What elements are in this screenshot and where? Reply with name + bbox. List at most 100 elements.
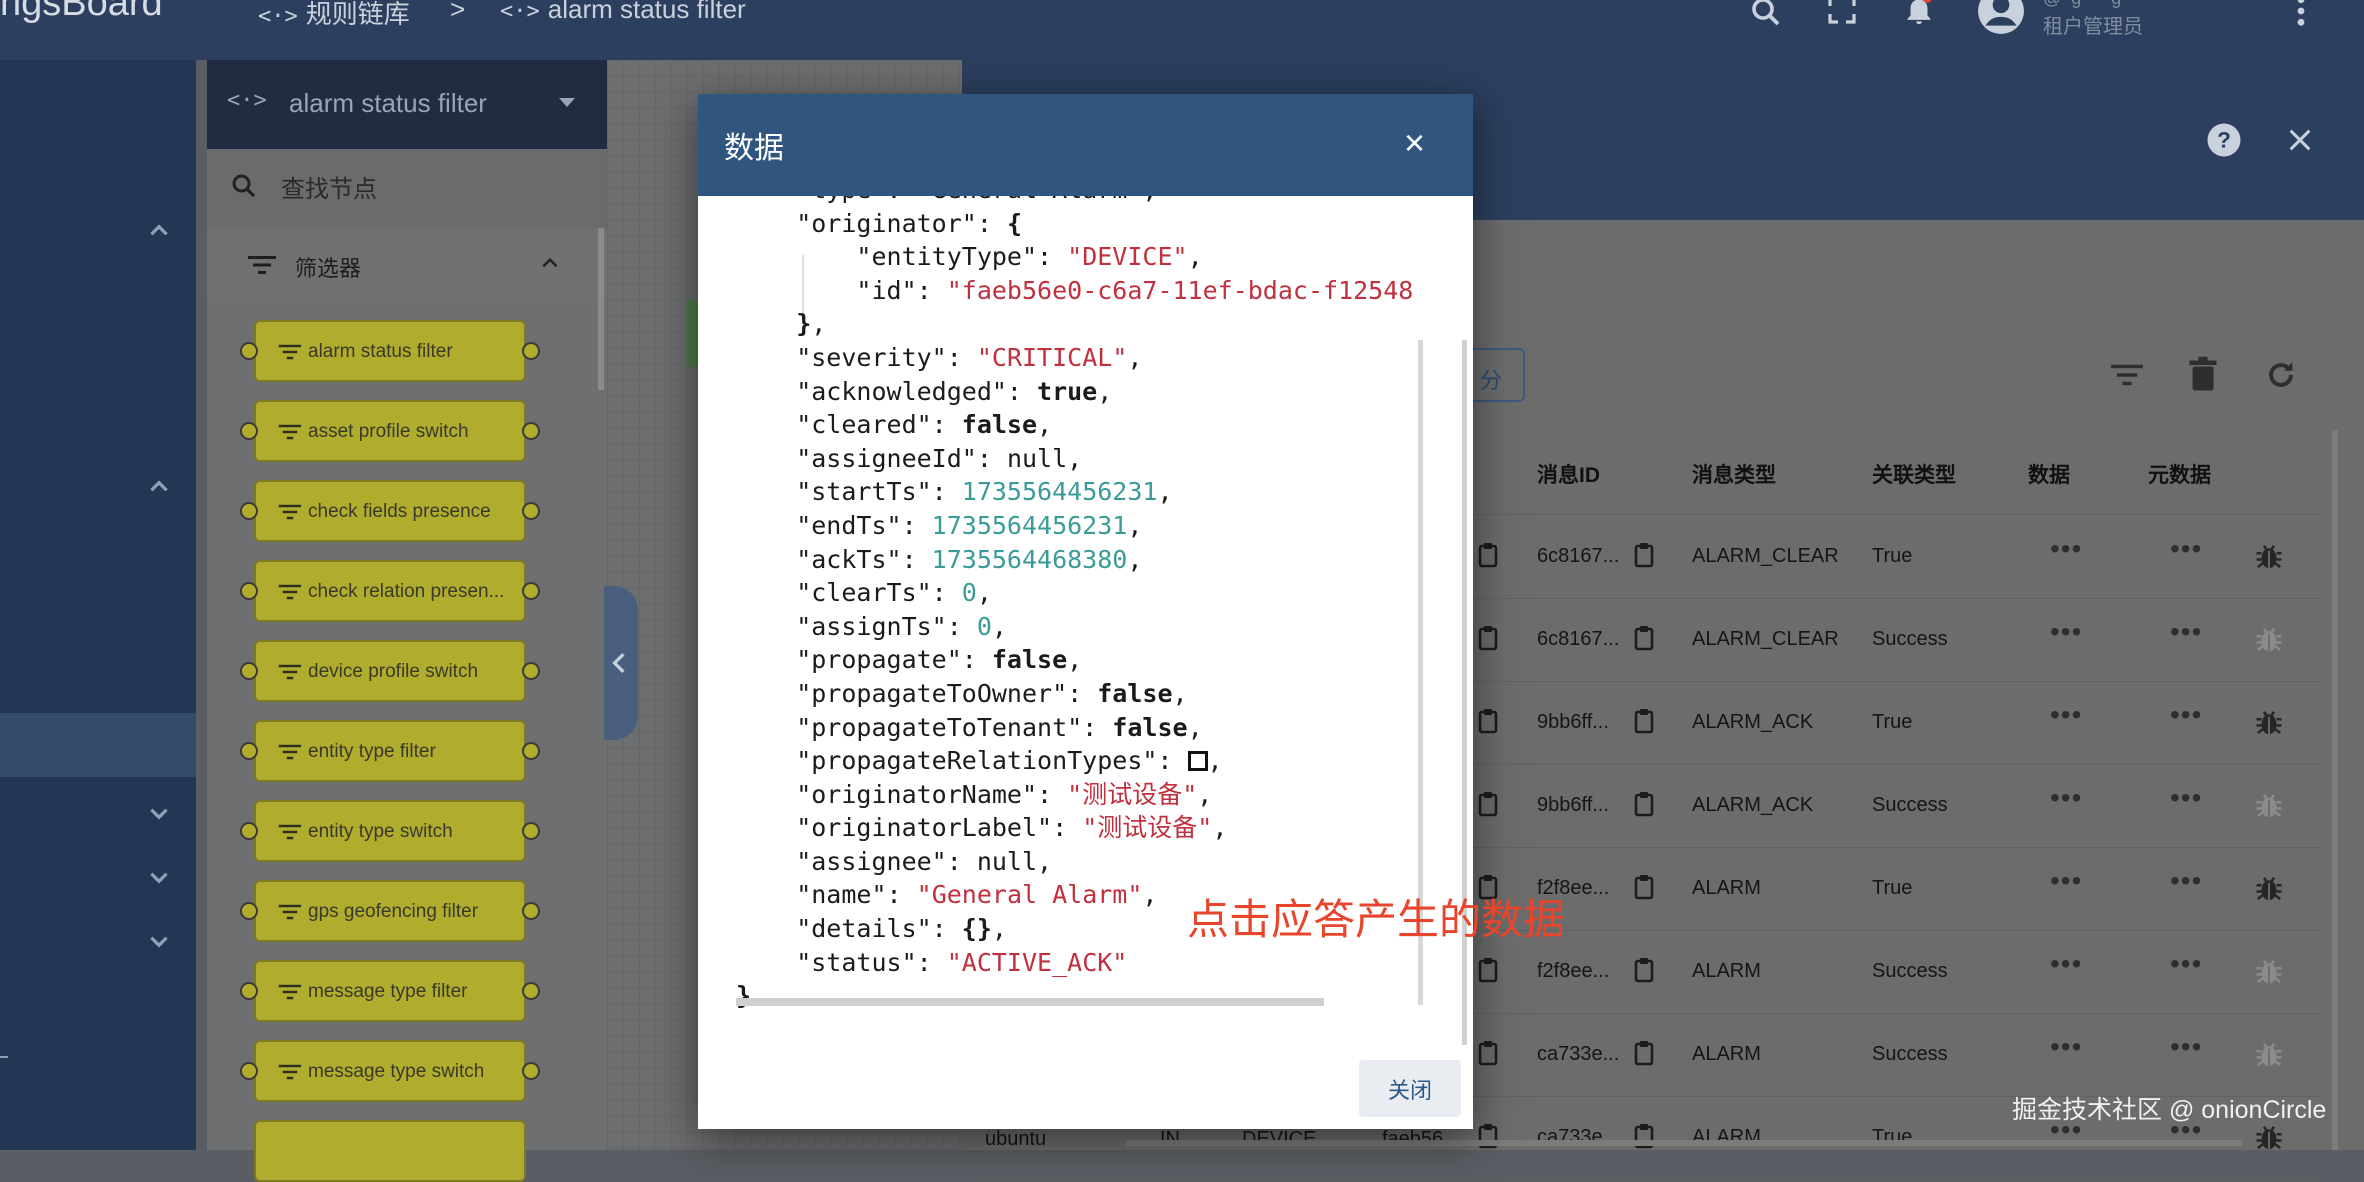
node-input-port[interactable] [240,582,258,600]
view-data-button[interactable]: ••• [2050,533,2082,565]
view-data-button[interactable]: ••• [2050,865,2082,897]
collapse-node-panel-tab[interactable] [604,586,638,740]
bug-icon[interactable] [2254,708,2284,743]
column-header-relation-type[interactable]: 关联类型 [1872,459,1956,489]
copy-clipboard-icon[interactable] [1478,542,1498,573]
column-header-metadata[interactable]: 元数据 [2148,459,2211,489]
bug-icon[interactable] [2254,957,2284,992]
column-header-message-type[interactable]: 消息类型 [1692,459,1776,489]
nav-item-selected[interactable] [0,713,196,777]
column-header-message-id[interactable]: 消息ID [1537,459,1600,489]
table-horizontal-scrollbar[interactable] [1126,1140,2242,1146]
copy-clipboard-icon[interactable] [1634,1040,1654,1071]
node-input-port[interactable] [240,662,258,680]
canvas-node-fragment[interactable] [686,299,698,367]
copy-clipboard-icon[interactable] [1634,708,1654,739]
json-horizontal-scrollbar[interactable] [736,998,1324,1006]
refresh-icon[interactable] [2264,358,2298,392]
close-panel-icon[interactable] [2286,126,2314,154]
dialog-close-button[interactable]: 关闭 [1359,1060,1461,1117]
copy-clipboard-icon[interactable] [1634,542,1654,573]
rule-node-item[interactable]: device profile switch [240,640,540,702]
copy-clipboard-icon[interactable] [1478,1123,1498,1154]
view-metadata-button[interactable]: ••• [2170,533,2202,565]
view-metadata-button[interactable]: ••• [2170,699,2202,731]
view-metadata-button[interactable]: ••• [2170,782,2202,814]
bug-icon[interactable] [2254,874,2284,909]
node-output-port[interactable] [522,582,540,600]
bug-icon[interactable] [2254,542,2284,577]
dropdown-arrow-icon[interactable] [557,96,577,110]
rule-node-item[interactable]: message type filter [240,960,540,1022]
node-output-port[interactable] [522,982,540,1000]
rule-node-item[interactable]: entity type switch [240,800,540,862]
node-output-port[interactable] [522,342,540,360]
copy-clipboard-icon[interactable] [1634,1123,1654,1154]
dialog-close-icon[interactable]: × [1404,125,1425,161]
copy-clipboard-icon[interactable] [1634,957,1654,988]
copy-clipboard-icon[interactable] [1478,957,1498,988]
rule-node-item[interactable]: entity type filter [240,720,540,782]
user-avatar-icon[interactable] [1976,0,2026,36]
chevron-up-icon[interactable] [146,474,172,500]
notifications-bell-icon[interactable] [1902,0,1936,28]
more-vert-icon[interactable] [2288,0,2314,28]
help-icon[interactable]: ? [2206,122,2242,158]
chevron-up-icon[interactable] [539,253,561,273]
bug-icon[interactable] [2254,791,2284,826]
rule-node-item[interactable]: gps geofencing filter [240,880,540,942]
view-metadata-button[interactable]: ••• [2170,948,2202,980]
node-panel-header[interactable]: <·> alarm status filter [207,60,607,149]
bug-icon[interactable] [2254,1040,2284,1075]
node-output-port[interactable] [522,822,540,840]
view-metadata-button[interactable]: ••• [2170,1031,2202,1063]
copy-clipboard-icon[interactable] [1634,874,1654,905]
view-data-button[interactable]: ••• [2050,616,2082,648]
view-metadata-button[interactable]: ••• [2170,616,2202,648]
view-data-button[interactable]: ••• [2050,782,2082,814]
node-output-port[interactable] [522,742,540,760]
view-data-button[interactable]: ••• [2050,699,2082,731]
view-data-button[interactable]: ••• [2050,1031,2082,1063]
filter-icon[interactable] [2110,360,2144,390]
copy-clipboard-icon[interactable] [1478,791,1498,822]
node-input-port[interactable] [240,342,258,360]
node-output-port[interactable] [522,502,540,520]
node-search-input[interactable] [279,171,583,209]
copy-clipboard-icon[interactable] [1634,791,1654,822]
chevron-down-icon[interactable] [146,928,172,954]
node-output-port[interactable] [522,662,540,680]
copy-clipboard-icon[interactable] [1478,708,1498,739]
rule-node-item[interactable]: check relation presen... [240,560,540,622]
node-input-port[interactable] [240,422,258,440]
rule-node-item[interactable]: check fields presence [240,480,540,542]
column-header-data[interactable]: 数据 [2028,459,2070,489]
chevron-down-icon[interactable] [146,864,172,890]
chevron-down-icon[interactable] [146,800,172,826]
bug-icon[interactable] [2254,1123,2284,1158]
rule-node-item[interactable]: alarm status filter [240,320,540,382]
node-input-port[interactable] [240,982,258,1000]
node-input-port[interactable] [240,822,258,840]
breadcrumb-rule-chains[interactable]: <·> 规则链库 [258,0,410,31]
node-output-port[interactable] [522,422,540,440]
delete-icon[interactable] [2188,356,2218,392]
node-output-port[interactable] [522,902,540,920]
node-panel-scrollbar[interactable] [598,228,604,390]
rule-node-item[interactable]: message type switch [240,1040,540,1102]
view-data-button[interactable]: ••• [2050,948,2082,980]
filter-section-header[interactable]: 筛选器 [207,229,607,301]
copy-clipboard-icon[interactable] [1478,625,1498,656]
copy-clipboard-icon[interactable] [1478,1040,1498,1071]
node-input-port[interactable] [240,1062,258,1080]
copy-clipboard-icon[interactable] [1634,625,1654,656]
bug-icon[interactable] [2254,625,2284,660]
view-metadata-button[interactable]: ••• [2170,865,2202,897]
node-output-port[interactable] [522,1062,540,1080]
node-input-port[interactable] [240,742,258,760]
search-icon[interactable] [1748,0,1784,30]
node-input-port[interactable] [240,502,258,520]
rule-node-item[interactable] [254,1120,526,1182]
table-scrollbar[interactable] [2332,430,2338,1150]
node-input-port[interactable] [240,902,258,920]
